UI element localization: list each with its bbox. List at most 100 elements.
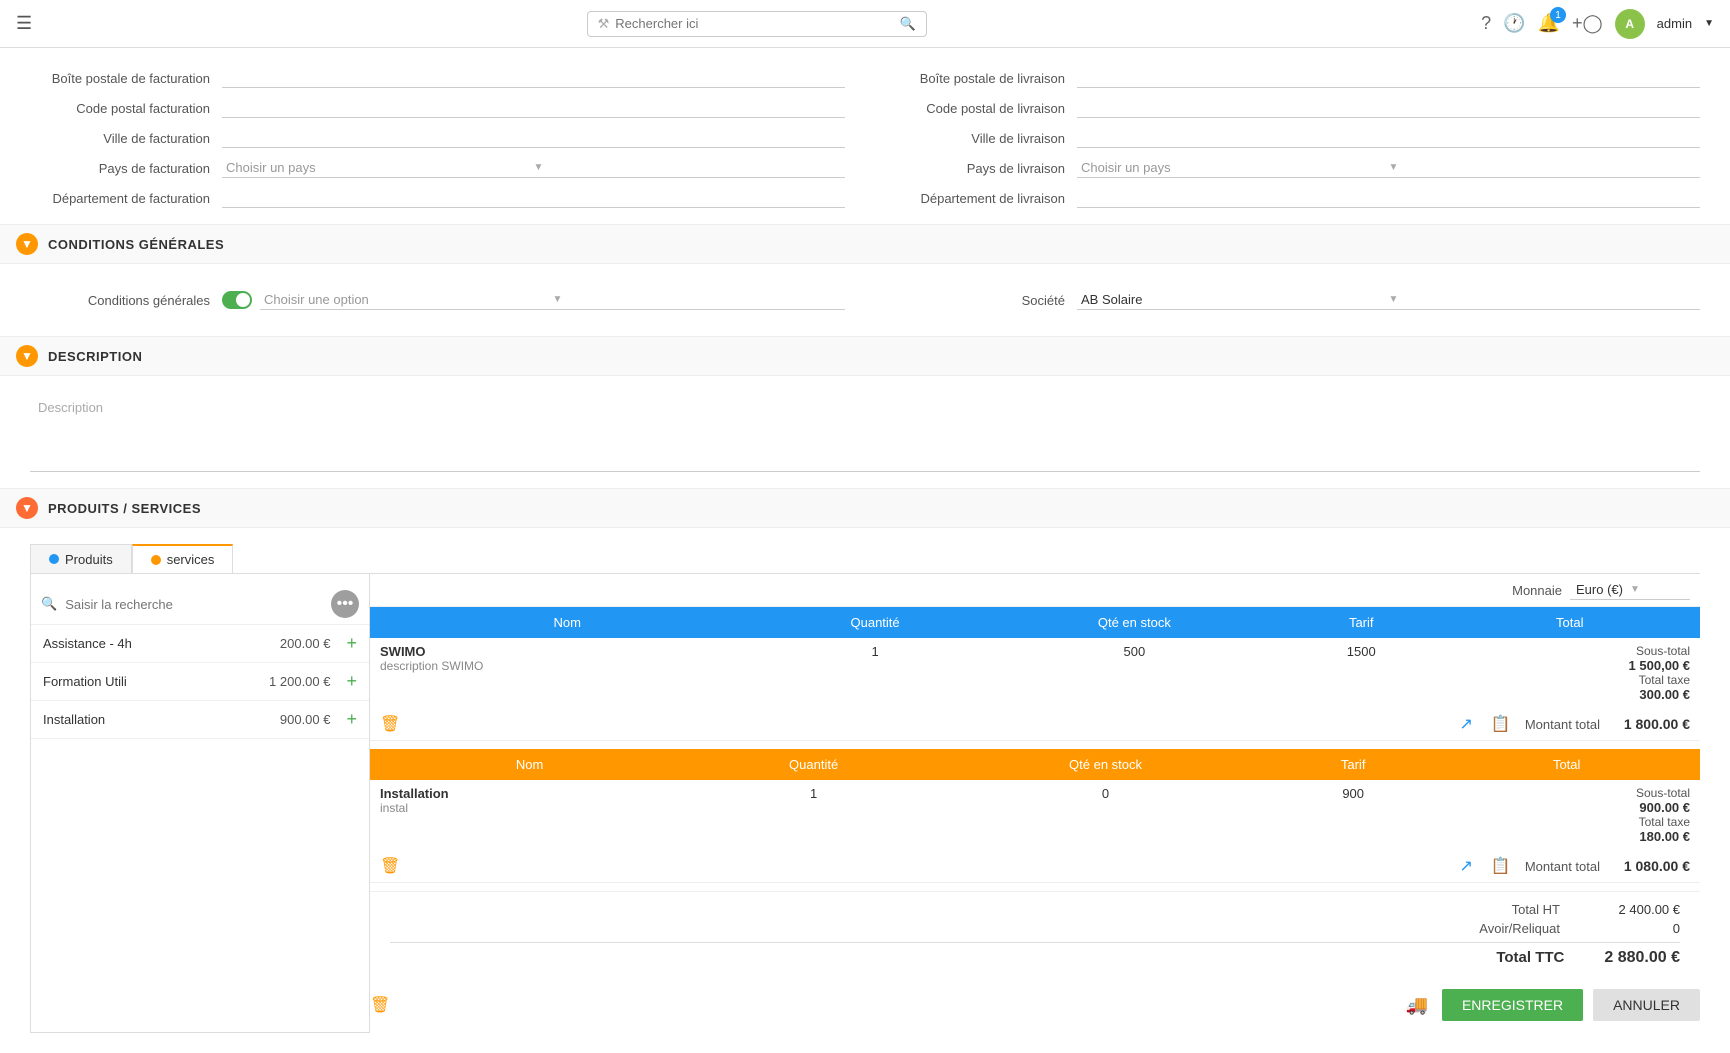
delivery-code-postal: Code postal de livraison xyxy=(885,98,1700,118)
description-textarea[interactable]: Description xyxy=(30,392,1700,472)
delivery-boite-postale: Boîte postale de livraison xyxy=(885,68,1700,88)
total-ht-label: Total HT xyxy=(1512,902,1560,917)
orange-product-desc-text: instal xyxy=(380,801,679,815)
produits-section-header[interactable]: ▼ PRODUITS / SERVICES xyxy=(0,488,1730,528)
description-icon: ▼ xyxy=(16,345,38,367)
topbar-right: ? 🕐 🔔 1 +◯ A admin ▼ xyxy=(1481,9,1714,39)
avoir-value: 0 xyxy=(1600,921,1680,936)
delivery-ville-input[interactable] xyxy=(1077,128,1700,148)
enregistrer-button[interactable]: ENREGISTRER xyxy=(1442,989,1583,1021)
delivery-departement-input[interactable] xyxy=(1077,188,1700,208)
conditions-select[interactable]: Choisir une option ▼ xyxy=(260,290,845,310)
delivery-boite-postale-input[interactable] xyxy=(1077,68,1700,88)
billing-ville-label: Ville de facturation xyxy=(30,131,210,146)
sidebar-more-button[interactable]: ••• xyxy=(331,590,359,618)
billing-delivery-row4: Pays de facturation Choisir un pays ▼ Pa… xyxy=(30,158,1700,178)
tabs-row: Produits services xyxy=(30,544,1700,574)
tab-produits-label: Produits xyxy=(65,552,113,567)
search-input[interactable] xyxy=(615,16,899,31)
topbar-left: ☰ xyxy=(16,13,32,34)
filter-icon: ⚒ xyxy=(598,16,610,32)
societe-label: Société xyxy=(885,293,1065,308)
user-dropdown-icon[interactable]: ▼ xyxy=(1704,18,1714,29)
table-row: SWIMO description SWIMO 1 500 1500 Sous-… xyxy=(370,638,1700,708)
conditions-section-header[interactable]: ▼ CONDITIONS GÉNÉRALES xyxy=(0,224,1730,264)
orange-copy-icon[interactable]: 📋 xyxy=(1491,856,1511,876)
description-placeholder: Description xyxy=(38,400,103,415)
sidebar-search: 🔍 ••• xyxy=(31,584,369,625)
search-icon[interactable]: 🔍 xyxy=(899,16,915,32)
orange-sous-total-value: 900.00 € xyxy=(1443,800,1690,815)
delivery-code-postal-input[interactable] xyxy=(1077,98,1700,118)
billing-code-postal-input[interactable] xyxy=(222,98,845,118)
orange-montant-value: 1 080.00 € xyxy=(1610,858,1690,874)
orange-col-nom: Nom xyxy=(370,749,689,780)
delivery-pays-value: Choisir un pays xyxy=(1081,160,1389,175)
orange-product-table-wrap: Nom Quantité Qté en stock Tarif Total In… xyxy=(370,749,1700,883)
societe-value: AB Solaire xyxy=(1081,292,1389,307)
orange-total-col: Sous-total 900.00 € Total taxe 180.00 € xyxy=(1433,780,1700,850)
billing-pays-value: Choisir un pays xyxy=(226,160,534,175)
blue-sous-total-label: Sous-total xyxy=(1449,644,1690,658)
delivery-pays-select[interactable]: Choisir un pays ▼ xyxy=(1077,158,1700,178)
bottom-trash-icon[interactable]: 🗑 xyxy=(370,995,390,1015)
societe-select[interactable]: AB Solaire ▼ xyxy=(1077,290,1700,310)
billing-ville: Ville de facturation xyxy=(30,128,845,148)
billing-boite-postale-input[interactable] xyxy=(222,68,845,88)
item-name-3: Installation xyxy=(43,712,272,727)
user-label: admin xyxy=(1657,16,1692,31)
delivery-ville: Ville de livraison xyxy=(885,128,1700,148)
blue-qte-stock: 500 xyxy=(986,638,1283,708)
blue-trash-icon[interactable]: 🗑 xyxy=(380,714,400,734)
produits-services-section: Produits services 🔍 ••• Assistance - 4h … xyxy=(30,544,1700,1033)
help-icon[interactable]: ? xyxy=(1481,13,1491,34)
billing-pays-select[interactable]: Choisir un pays ▼ xyxy=(222,158,845,178)
item-price-2: 1 200.00 € xyxy=(269,674,330,689)
grand-totals: Total HT 2 400.00 € Avoir/Reliquat 0 Tot… xyxy=(370,891,1700,977)
currency-select[interactable]: Euro (€) ▼ xyxy=(1570,580,1690,600)
billing-departement: Département de facturation xyxy=(30,188,845,208)
list-item: Formation Utili 1 200.00 € + xyxy=(31,663,369,701)
orange-arrow-icon[interactable]: ↗ xyxy=(1460,856,1473,876)
total-ttc-line: Total TTC 2 880.00 € xyxy=(390,942,1680,967)
blue-product-table: Nom Quantité Qté en stock Tarif Total SW… xyxy=(370,607,1700,708)
blue-copy-icon[interactable]: 📋 xyxy=(1491,714,1511,734)
item-add-button-2[interactable]: + xyxy=(346,671,357,692)
sidebar-search-input[interactable] xyxy=(65,597,323,612)
produits-title: PRODUITS / SERVICES xyxy=(48,501,201,516)
item-add-button-1[interactable]: + xyxy=(346,633,357,654)
billing-code-postal: Code postal facturation xyxy=(30,98,845,118)
blue-arrow-icon[interactable]: ↗ xyxy=(1460,714,1473,734)
history-icon[interactable]: 🕐 xyxy=(1503,13,1525,34)
item-add-button-3[interactable]: + xyxy=(346,709,357,730)
services-dot xyxy=(151,555,161,565)
bottom-truck-icon[interactable]: 🚚 xyxy=(1406,995,1428,1016)
topbar-center: ⚒ 🔍 xyxy=(32,11,1481,37)
blue-tarif: 1500 xyxy=(1283,638,1439,708)
billing-boite-postale: Boîte postale de facturation xyxy=(30,68,845,88)
societe-caret: ▼ xyxy=(1389,294,1697,305)
orange-total-taxe-value: 180.00 € xyxy=(1443,829,1690,844)
delivery-ville-label: Ville de livraison xyxy=(885,131,1065,146)
add-icon[interactable]: +◯ xyxy=(1572,13,1603,34)
billing-ville-input[interactable] xyxy=(222,128,845,148)
tab-services[interactable]: services xyxy=(132,544,234,573)
col-tarif: Tarif xyxy=(1283,607,1439,638)
conditions-toggle[interactable] xyxy=(222,291,252,309)
orange-trash-icon[interactable]: 🗑 xyxy=(380,856,400,876)
orange-col-tarif: Tarif xyxy=(1273,749,1433,780)
orange-col-total: Total xyxy=(1433,749,1700,780)
annuler-button[interactable]: ANNULER xyxy=(1593,989,1700,1021)
delivery-departement-label: Département de livraison xyxy=(885,191,1065,206)
billing-delivery-row3: Ville de facturation Ville de livraison xyxy=(30,128,1700,148)
description-section-header[interactable]: ▼ DESCRIPTION xyxy=(0,336,1730,376)
orange-tarif: 900 xyxy=(1273,780,1433,850)
bottom-actions-row: 🗑 🚚 ENREGISTRER ANNULER xyxy=(370,977,1700,1033)
tab-produits[interactable]: Produits xyxy=(30,544,132,573)
hamburger-icon[interactable]: ☰ xyxy=(16,13,32,34)
orange-sous-total-label: Sous-total xyxy=(1443,786,1690,800)
delivery-pays: Pays de livraison Choisir un pays ▼ xyxy=(885,158,1700,178)
notifications-icon[interactable]: 🔔 1 xyxy=(1538,13,1560,34)
billing-departement-label: Département de facturation xyxy=(30,191,210,206)
billing-departement-input[interactable] xyxy=(222,188,845,208)
